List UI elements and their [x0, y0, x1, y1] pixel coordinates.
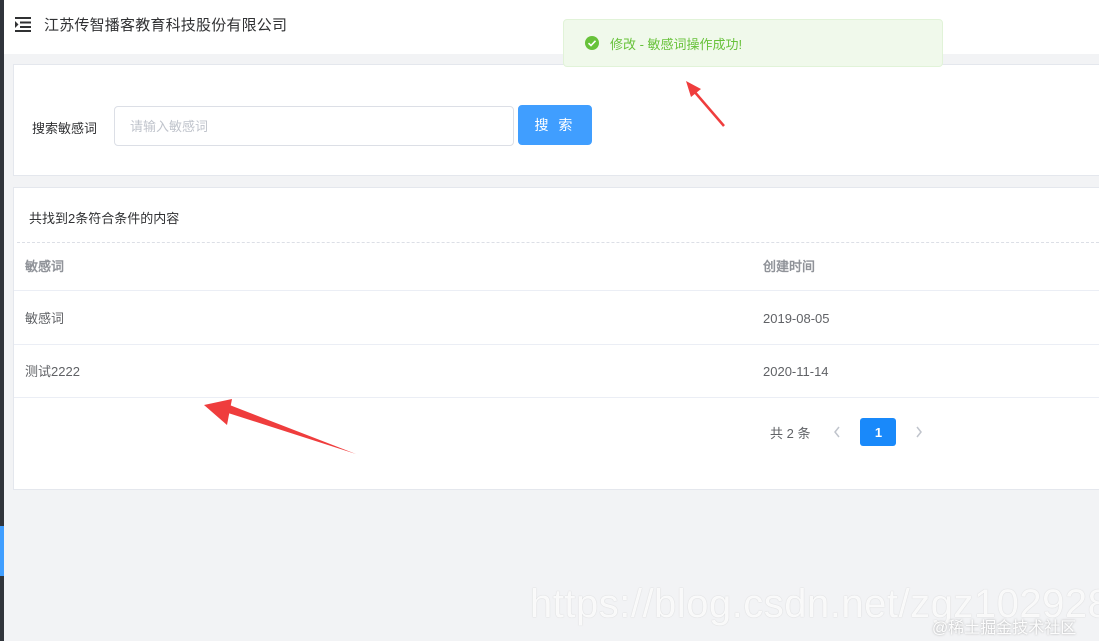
table-row[interactable]: 测试2222 2020-11-14: [14, 345, 1099, 398]
cell-word: 测试2222: [25, 364, 80, 379]
juejin-watermark: @稀土掘金技术社区: [932, 620, 1077, 637]
page: 江苏传智播客教育科技股份有限公司 搜索敏感词 搜 索 共找到2条符合条件的内容 …: [0, 0, 1099, 641]
search-label: 搜索敏感词: [32, 121, 98, 136]
menu-fold-icon[interactable]: [14, 15, 32, 33]
search-input[interactable]: [114, 106, 514, 146]
pagination-total: 共 2 条: [770, 425, 811, 441]
column-header-word[interactable]: 敏感词: [25, 243, 64, 291]
table-header: 敏感词 创建时间: [14, 243, 1099, 291]
results-panel: 共找到2条符合条件的内容 敏感词 创建时间 敏感词 2019-08-05 测试2…: [13, 187, 1099, 490]
sidebar-strip: [0, 0, 4, 641]
company-name: 江苏传智播客教育科技股份有限公司: [44, 17, 288, 34]
sidebar-active-indicator: [0, 526, 4, 576]
search-button[interactable]: 搜 索: [518, 105, 592, 145]
page-number-button[interactable]: 1: [860, 418, 897, 446]
column-header-created[interactable]: 创建时间: [763, 243, 815, 291]
chevron-left-icon[interactable]: [826, 418, 848, 446]
result-summary: 共找到2条符合条件的内容: [29, 211, 180, 226]
cell-created: 2019-08-05: [763, 311, 830, 326]
cell-created: 2020-11-14: [763, 364, 829, 379]
search-panel: 搜索敏感词 搜 索: [13, 64, 1099, 176]
success-toast: 修改 - 敏感词操作成功!: [563, 19, 943, 67]
chevron-right-icon[interactable]: [908, 418, 930, 446]
pagination: 共 2 条 1: [770, 418, 930, 446]
cell-word: 敏感词: [25, 311, 65, 326]
table-row[interactable]: 敏感词 2019-08-05: [14, 292, 1099, 345]
toast-message: 修改 - 敏感词操作成功!: [610, 36, 743, 52]
check-circle-icon: [584, 35, 600, 51]
